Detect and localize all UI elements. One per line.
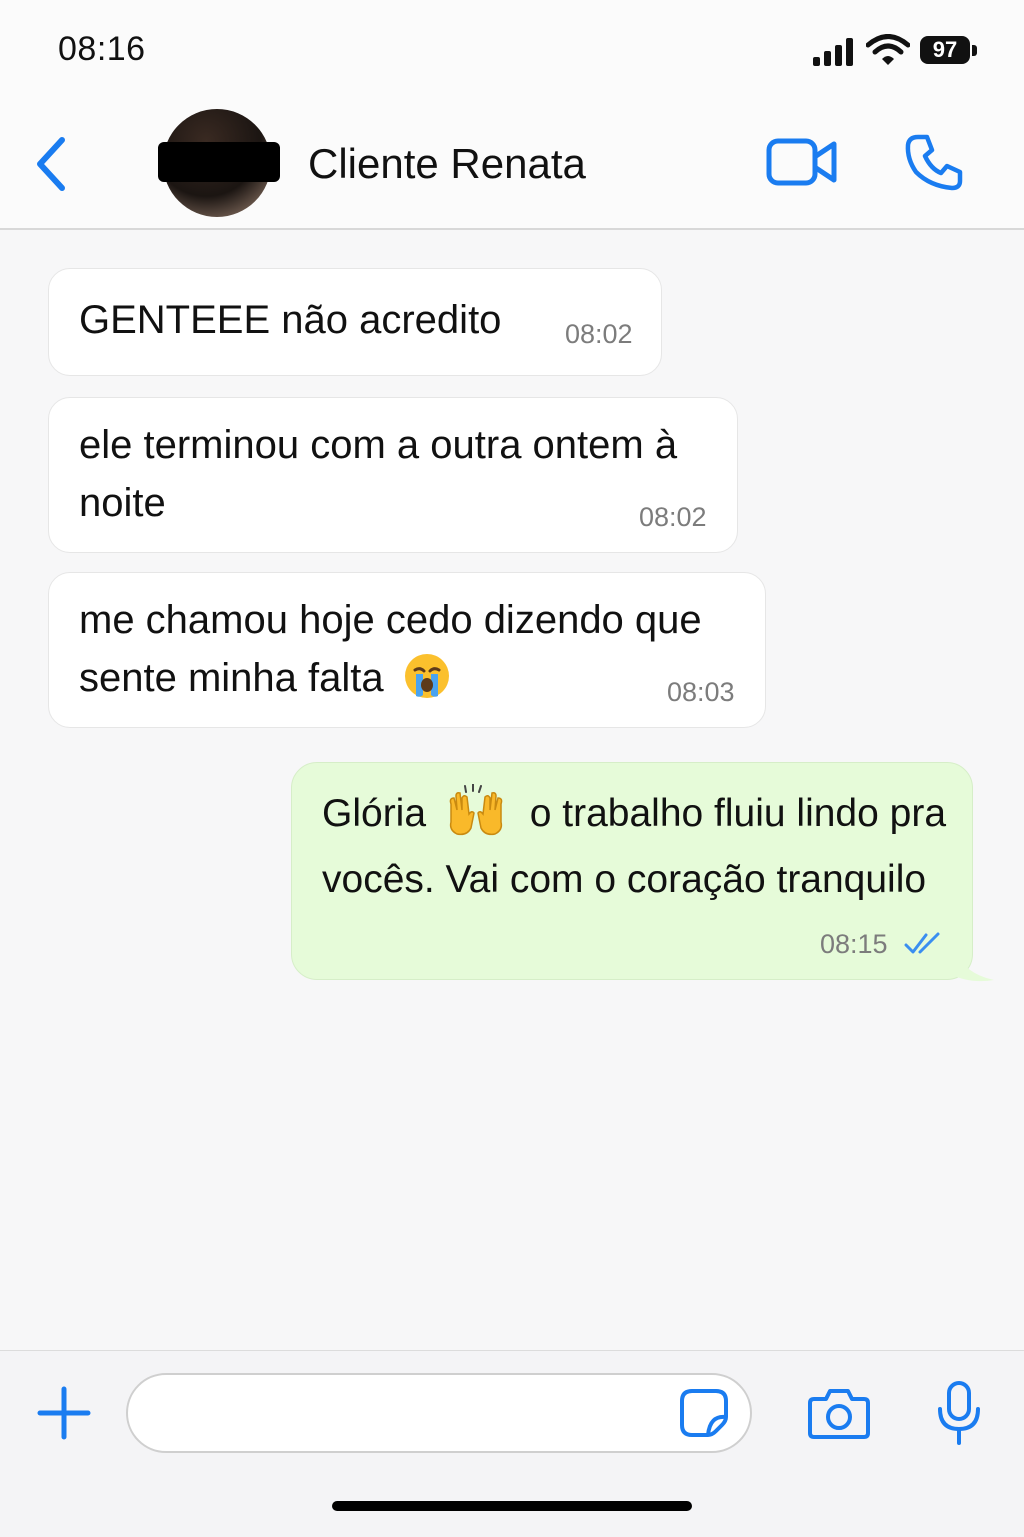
message-text: Glória <box>322 792 427 835</box>
chat-header: Cliente Renata <box>0 100 1024 230</box>
message-bubble-incoming[interactable]: me chamou hoje cedo dizendo que sente mi… <box>48 572 766 728</box>
signal-icon <box>813 38 853 66</box>
back-button[interactable] <box>28 132 78 196</box>
video-call-button[interactable] <box>766 136 838 188</box>
read-receipt-icon <box>904 932 940 954</box>
message-bubble-outgoing[interactable]: Glória o trabalho fluiu lindo pra vocês.… <box>291 762 973 980</box>
message-text: o trabalho fluiu lindo pra <box>529 792 947 835</box>
battery-level: 97 <box>932 37 958 62</box>
message-time: 08:02 <box>639 502 707 532</box>
message-time: 08:02 <box>565 319 633 349</box>
message-input[interactable] <box>126 1373 752 1453</box>
raising-hands-emoji <box>449 783 503 835</box>
camera-icon[interactable] <box>808 1385 870 1441</box>
message-text-line: sente minha falta <box>79 649 451 707</box>
message-list[interactable]: GENTEEE não acredito 08:02 ele terminou … <box>0 230 1024 1348</box>
message-text: vocês. Vai com o coração tranquilo <box>322 858 927 901</box>
crying-face-emoji <box>404 654 449 699</box>
microphone-icon[interactable] <box>936 1381 982 1445</box>
wifi-icon <box>866 34 910 65</box>
contact-name[interactable]: Cliente Renata <box>308 140 586 188</box>
bubble-tail <box>950 946 994 982</box>
message-text-line: Glória o trabalho fluiu lindo pra <box>322 783 947 843</box>
message-text: sente minha falta <box>79 656 384 700</box>
home-indicator[interactable] <box>332 1501 692 1511</box>
battery-icon: 97 <box>920 36 978 66</box>
message-bubble-incoming[interactable]: GENTEEE não acredito 08:02 <box>48 268 662 376</box>
phone-call-button[interactable] <box>904 132 964 192</box>
sticker-icon[interactable] <box>678 1387 730 1439</box>
message-text: GENTEEE não acredito <box>79 298 502 342</box>
message-composer <box>0 1350 1024 1537</box>
status-bar: 08:16 97 <box>0 0 1024 100</box>
message-text: noite <box>79 481 166 525</box>
message-time: 08:15 <box>820 929 888 959</box>
message-bubble-incoming[interactable]: ele terminou com a outra ontem à noite 0… <box>48 397 738 553</box>
message-text: ele terminou com a outra ontem à <box>79 423 678 467</box>
message-text: me chamou hoje cedo dizendo que <box>79 598 702 642</box>
status-time: 08:16 <box>58 30 146 68</box>
avatar-censor-bar <box>158 142 280 182</box>
plus-icon[interactable] <box>36 1385 92 1441</box>
message-time: 08:03 <box>667 677 735 707</box>
